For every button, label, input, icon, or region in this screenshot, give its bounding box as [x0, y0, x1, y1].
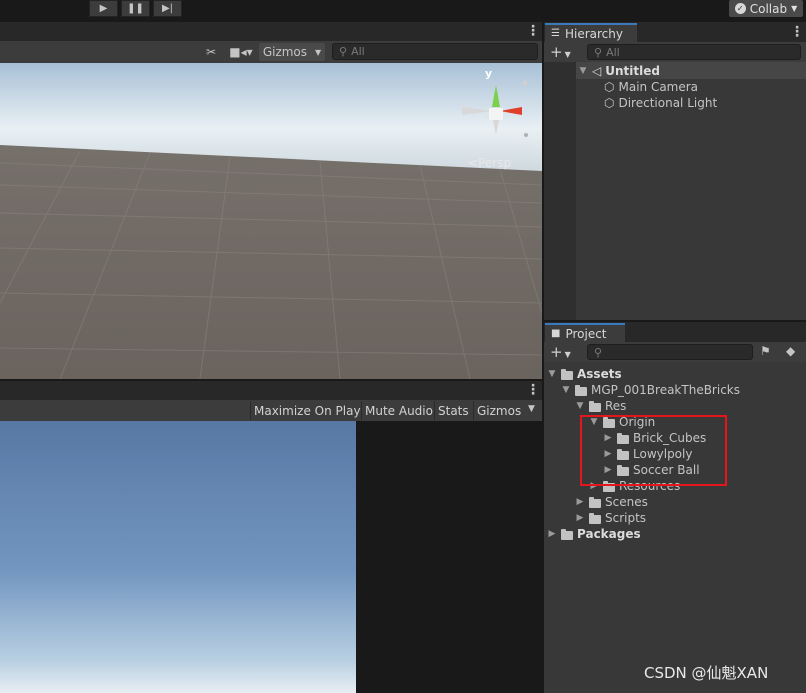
triangle-down-icon: ▼: [562, 385, 570, 395]
tree-item-label: Packages: [577, 527, 641, 541]
persp-label: Persp: [478, 156, 512, 170]
collab-button[interactable]: ✓ Collab ▼: [729, 0, 803, 17]
play-button[interactable]: ▶: [89, 0, 118, 17]
folder-icon: [589, 496, 601, 508]
hierarchy-menu-icon[interactable]: ⋮: [790, 24, 804, 40]
triangle-down-icon: ▼: [579, 66, 587, 76]
folder-icon: [589, 512, 601, 524]
add-button[interactable]: + ▼: [550, 43, 571, 61]
hierarchy-gutter: [544, 62, 576, 320]
scene-menu-icon[interactable]: ⋮: [526, 23, 540, 39]
projection-toggle[interactable]: <Persp: [468, 156, 511, 170]
add-button[interactable]: + ▼: [550, 343, 571, 361]
maximize-on-play-button[interactable]: Maximize On Play: [250, 401, 364, 420]
hierarchy-item-label: Main Camera: [618, 80, 699, 94]
tree-item-assets[interactable]: ▼ Assets: [547, 366, 622, 382]
chevron-down-icon: ▼: [564, 50, 571, 59]
list-icon: ☰: [551, 28, 560, 39]
game-menu-icon[interactable]: ⋮: [526, 382, 540, 398]
scene-name: Untitled: [605, 64, 660, 78]
check-icon: ✓: [734, 3, 746, 14]
red-highlight-box: [580, 415, 727, 486]
tree-item-label: Scripts: [605, 511, 647, 525]
project-tab-bar: ■ Project: [544, 322, 806, 342]
pause-button[interactable]: ❚❚: [121, 0, 150, 17]
hierarchy-tab-label: Hierarchy: [564, 26, 623, 41]
game-background: [356, 421, 542, 693]
hierarchy-item[interactable]: ⬡ Directional Light: [604, 95, 717, 111]
gameobject-cube-icon: ⬡: [604, 80, 615, 94]
plus-icon: +: [550, 43, 563, 61]
search-icon: ⚲: [594, 345, 603, 359]
search-icon: ⚲: [339, 45, 348, 58]
hierarchy-item-label: Directional Light: [618, 96, 718, 110]
gameobject-cube-icon: ⬡: [604, 96, 615, 110]
tree-item-label: MGP_001BreakTheBricks: [591, 383, 740, 397]
project-toolbar: + ▼ ⚲ ⚑ ◆: [544, 342, 806, 362]
tools-icon[interactable]: ✂: [200, 43, 222, 61]
tree-item-label: Assets: [577, 367, 622, 381]
game-viewport[interactable]: [0, 421, 356, 693]
chevron-down-icon: ▼: [315, 47, 322, 57]
game-gizmos-button[interactable]: Gizmos: [473, 401, 524, 420]
chevron-left-icon: <: [468, 156, 479, 170]
tree-item-project-folder[interactable]: ▼ MGP_001BreakTheBricks: [561, 382, 740, 398]
tab-hierarchy[interactable]: ☰ Hierarchy: [545, 23, 637, 42]
plus-icon: +: [550, 343, 563, 361]
camera-icon[interactable]: ■◂▾: [226, 43, 256, 61]
axis-y-label: y: [485, 67, 493, 80]
unity-scene-icon: ◁: [592, 64, 602, 78]
scene-gizmos-button[interactable]: Gizmos ▼: [259, 43, 325, 61]
game-toolbar: Maximize On Play Mute Audio Stats Gizmos…: [0, 400, 542, 422]
hierarchy-toolbar: + ▼ ⚲ All: [544, 42, 806, 62]
triangle-right-icon: ▶: [576, 497, 584, 507]
folder-open-icon: [561, 368, 573, 380]
collab-label: Collab: [749, 1, 788, 16]
tree-item-res[interactable]: ▼ Res: [575, 398, 627, 414]
folder-open-icon: [589, 400, 601, 412]
project-search-input[interactable]: ⚲: [587, 344, 753, 360]
step-icon: ▶|: [161, 3, 174, 14]
tree-item-scripts[interactable]: ▶ Scripts: [575, 510, 647, 526]
scene-row[interactable]: ▼ ◁ Untitled: [578, 63, 660, 79]
orientation-gizmo[interactable]: [456, 71, 536, 151]
folder-icon: [561, 528, 573, 540]
scene-gizmos-label: Gizmos: [262, 45, 308, 59]
triangle-down-icon: ▼: [576, 401, 584, 411]
folder-open-icon: [575, 384, 587, 396]
triangle-right-icon: ▶: [548, 529, 556, 539]
main-toolbar: ▶ ❚❚ ▶| ✓ Collab ▼: [0, 0, 806, 22]
folder-icon: ■: [551, 328, 561, 339]
scene-tab-bar: ⋮: [0, 22, 542, 41]
scene-search-input[interactable]: ⚲ All: [332, 43, 538, 60]
tab-project[interactable]: ■ Project: [545, 323, 625, 342]
tree-item-label: Res: [605, 399, 627, 413]
filter-by-type-icon[interactable]: ⚑: [760, 344, 771, 358]
scene-search-placeholder: All: [351, 45, 365, 58]
tree-item-label: Scenes: [605, 495, 648, 509]
chevron-down-icon: ▼: [564, 350, 571, 359]
stats-button[interactable]: Stats: [434, 401, 472, 420]
hierarchy-search-input[interactable]: ⚲ All: [587, 44, 801, 60]
hierarchy-item[interactable]: ⬡ Main Camera: [604, 79, 698, 95]
search-icon: ⚲: [594, 45, 603, 59]
chevron-down-icon[interactable]: ▼: [528, 404, 535, 414]
chevron-down-icon: ▼: [791, 4, 798, 13]
filter-by-label-icon[interactable]: ◆: [786, 344, 795, 358]
watermark: CSDN @仙魁XAN: [644, 664, 769, 682]
game-tab-bar: ⋮: [0, 381, 542, 400]
tree-item-packages[interactable]: ▶ Packages: [547, 526, 641, 542]
mute-audio-button[interactable]: Mute Audio: [361, 401, 436, 420]
triangle-right-icon: ▶: [576, 513, 584, 523]
hierarchy-search-placeholder: All: [606, 45, 620, 59]
triangle-down-icon: ▼: [548, 369, 556, 379]
hierarchy-tab-bar: ☰ Hierarchy ⋮: [544, 22, 806, 42]
scene-viewport[interactable]: y <Persp: [0, 63, 542, 379]
play-icon: ▶: [99, 3, 108, 14]
step-button[interactable]: ▶|: [153, 0, 182, 17]
pause-icon: ❚❚: [127, 3, 144, 14]
project-tab-label: Project: [565, 326, 607, 341]
scene-toolbar: ✂ ■◂▾ Gizmos ▼ ⚲ All: [0, 41, 542, 64]
tree-item-scenes[interactable]: ▶ Scenes: [575, 494, 648, 510]
